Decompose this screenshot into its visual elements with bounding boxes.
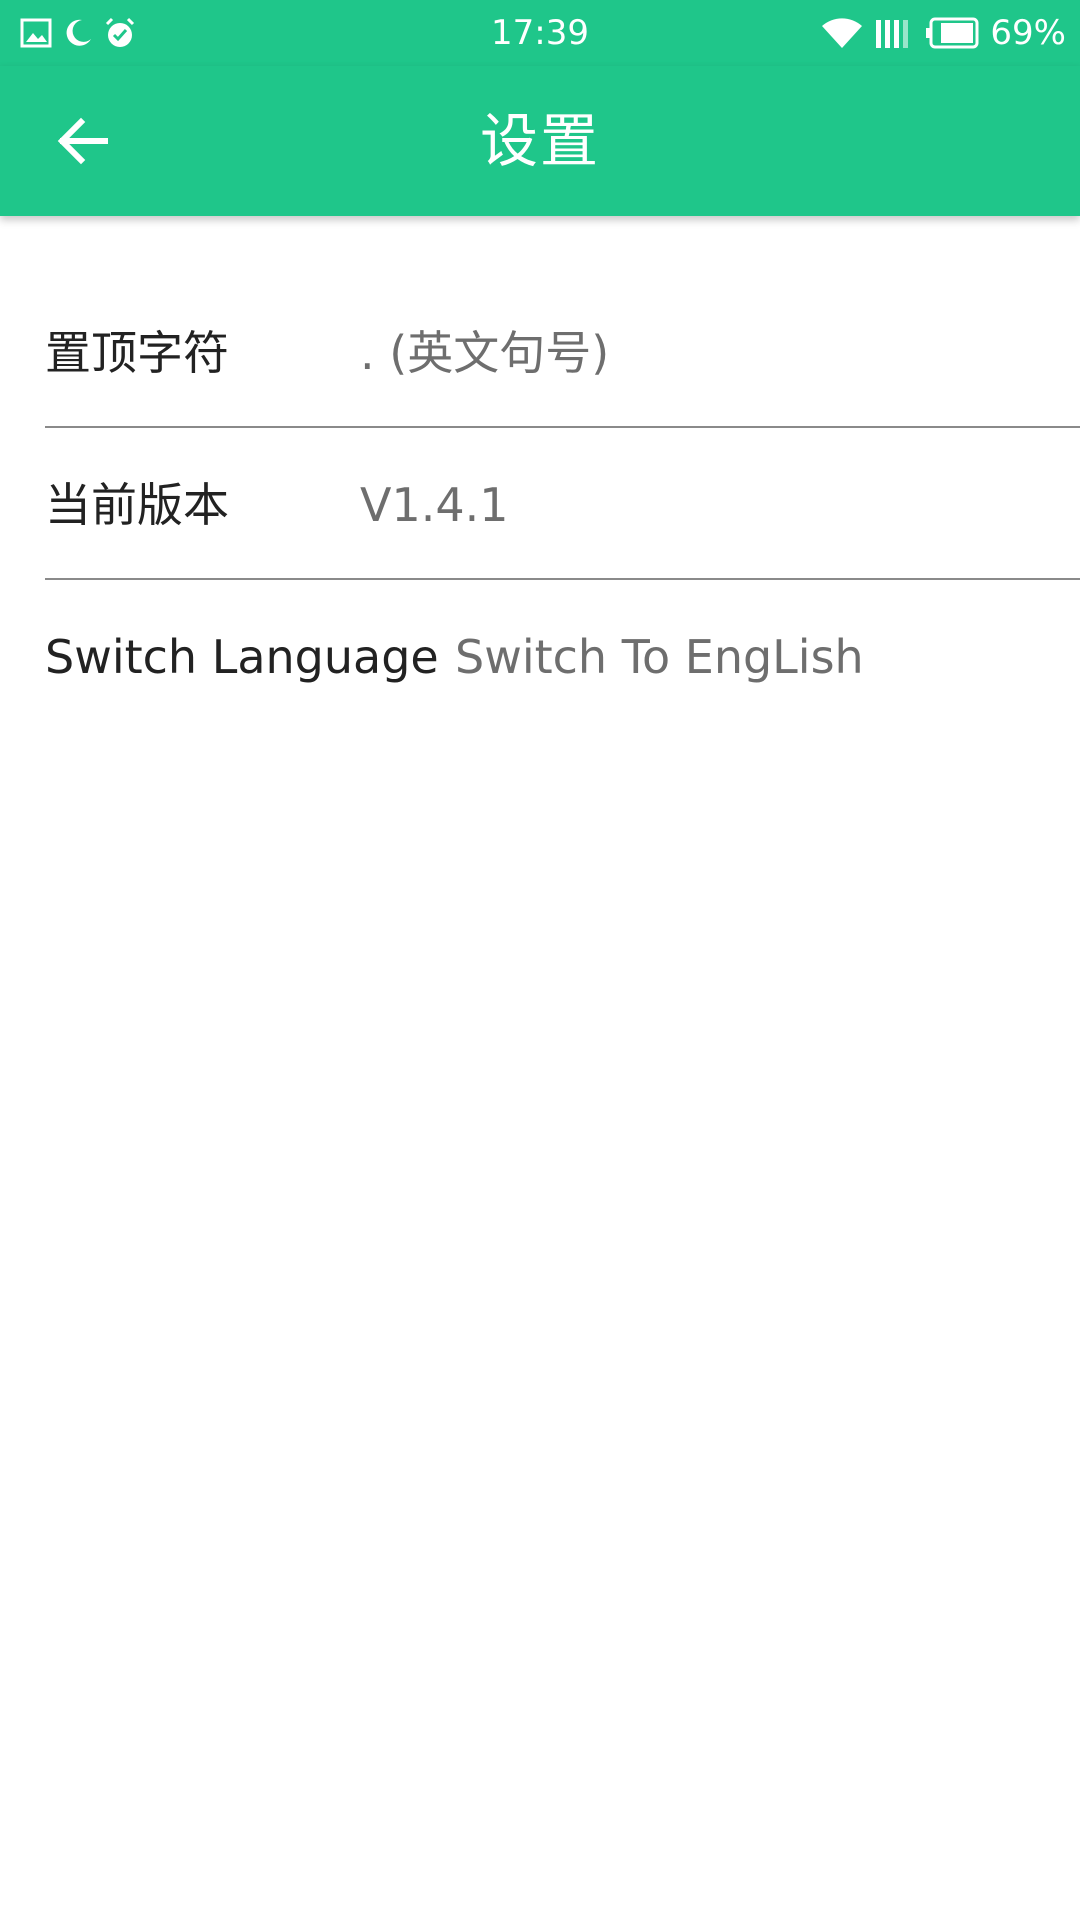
- setting-value: . (英文句号): [360, 326, 610, 380]
- status-right-icons: 69%: [810, 12, 1066, 54]
- wifi-icon: [820, 16, 864, 50]
- setting-value: V1.4.1: [360, 478, 509, 532]
- signal-icon: [874, 16, 914, 50]
- divider: [45, 426, 1080, 428]
- battery-percent: 69%: [990, 13, 1066, 53]
- status-bar: 17:39 69%: [0, 0, 1080, 66]
- page-title: 设置: [479, 107, 600, 175]
- setting-row-switch-language[interactable]: Switch Language Switch To EngLish: [45, 582, 1080, 732]
- setting-row-sticky-char[interactable]: 置顶字符 . (英文句号): [45, 278, 1080, 428]
- setting-row-version[interactable]: 当前版本 V1.4.1: [45, 430, 1080, 580]
- divider: [45, 578, 1080, 580]
- switch-language-value[interactable]: Switch To EngLish: [455, 582, 864, 732]
- app-bar: 设置: [0, 66, 1080, 216]
- battery-icon: [924, 16, 980, 50]
- setting-label: 置顶字符: [45, 326, 229, 380]
- settings-screen: 17:39 69% 设置 置顶字符 . (英文句号) 当前版本 V1.4.1 S…: [0, 0, 1080, 1920]
- setting-label: 当前版本: [45, 478, 229, 532]
- setting-label: Switch Language: [45, 630, 439, 684]
